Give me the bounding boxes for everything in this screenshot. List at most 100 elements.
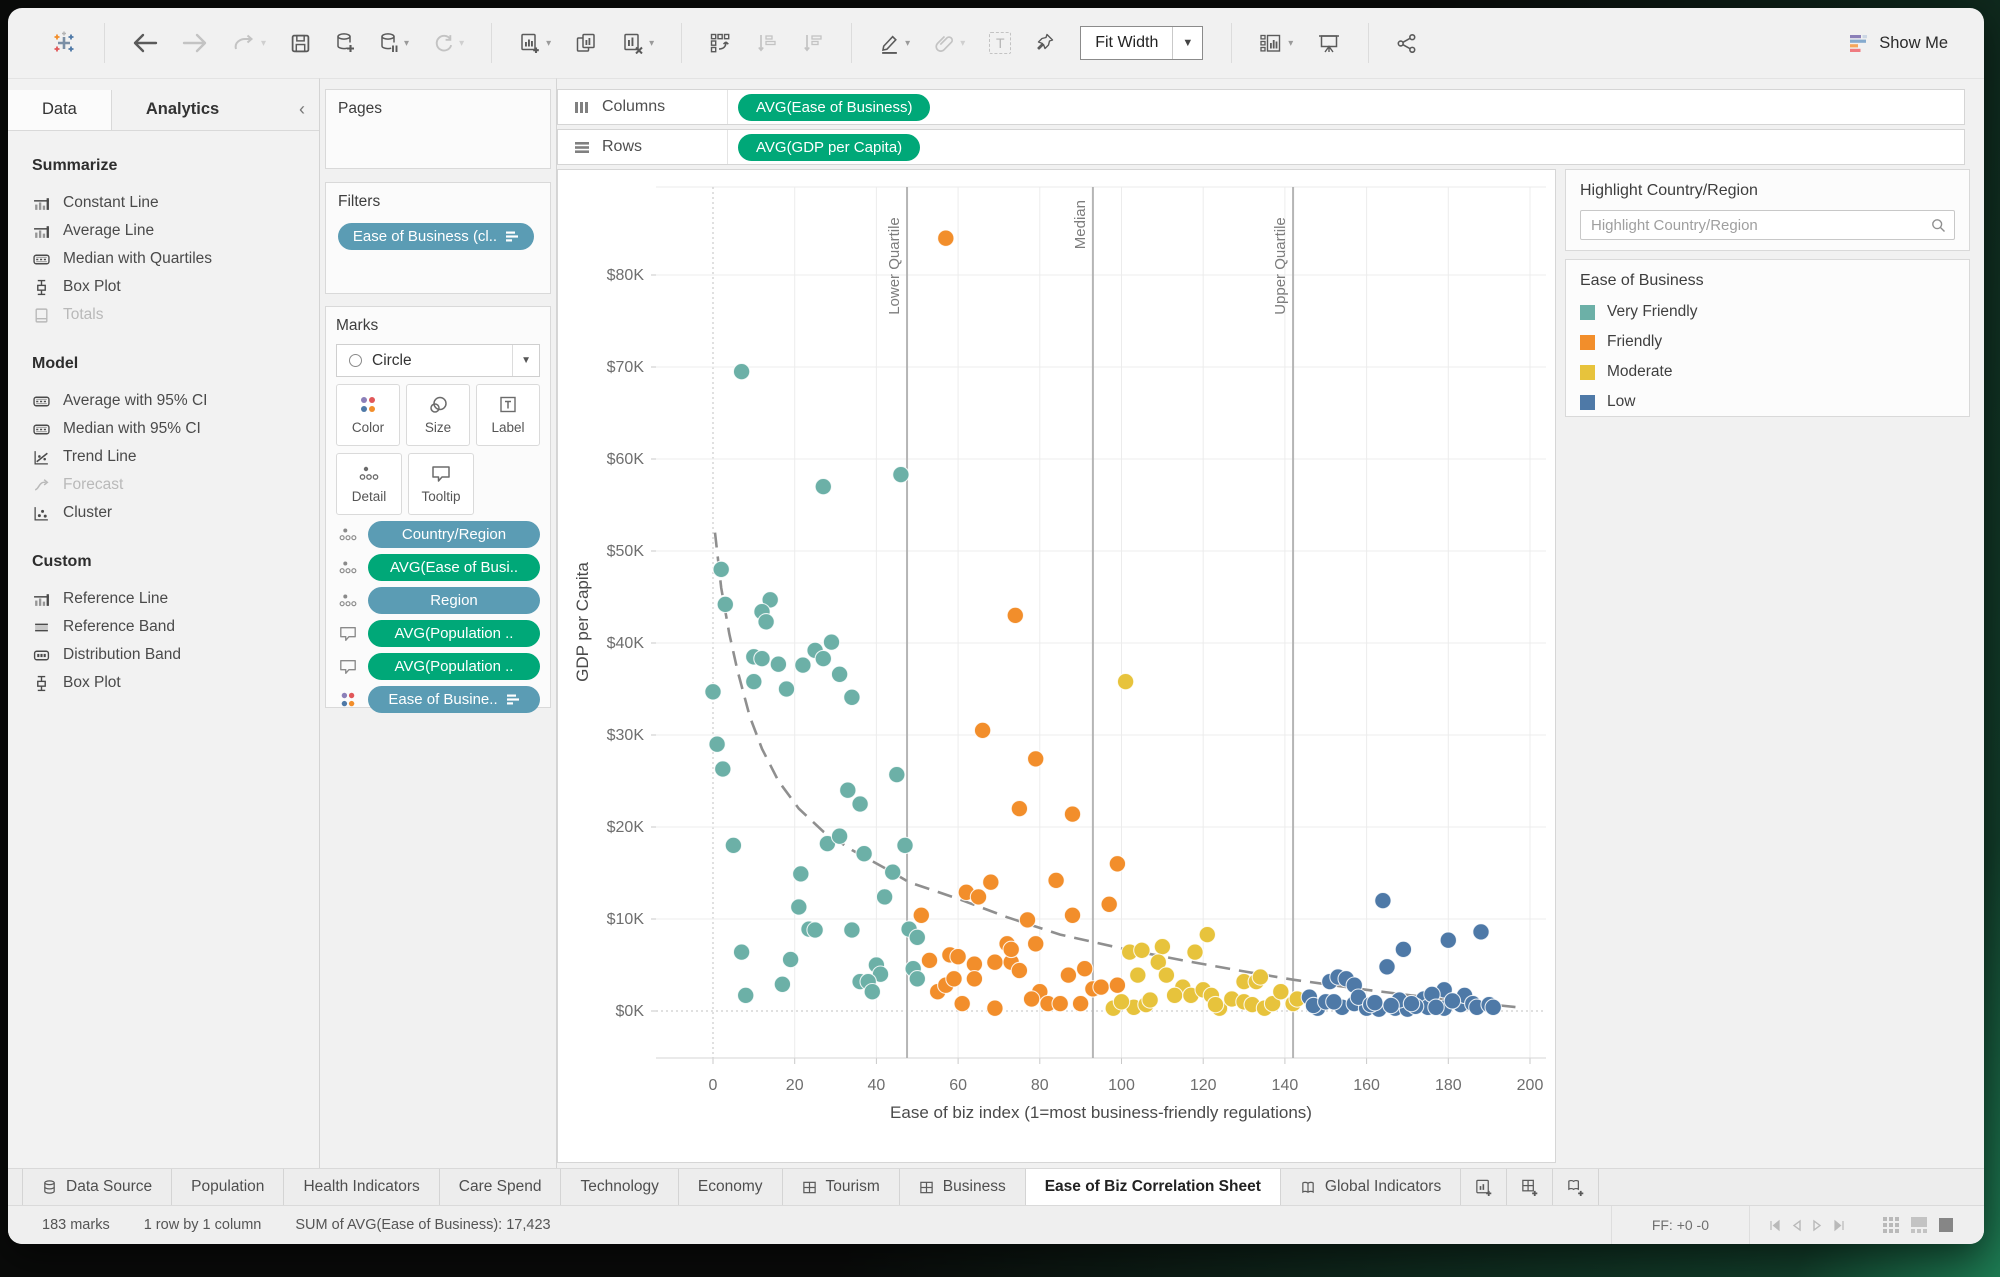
mark-circle[interactable] <box>769 655 788 673</box>
duplicate-sheet-button[interactable] <box>568 26 605 60</box>
show-mark-labels-button[interactable]: T <box>982 26 1018 60</box>
mark-circle[interactable] <box>1206 995 1225 1014</box>
size-button[interactable]: Size <box>406 384 470 446</box>
mark-circle[interactable] <box>855 844 873 863</box>
show-tabs-icon[interactable] <box>1938 1217 1954 1233</box>
sort-ascending-button[interactable] <box>749 26 785 60</box>
mark-circle[interactable] <box>908 928 927 947</box>
filter-pill[interactable]: Ease of Business (cl.. <box>338 223 534 250</box>
mark-circle[interactable] <box>1075 959 1094 978</box>
mark-circle[interactable] <box>965 955 984 973</box>
mark-circle[interactable] <box>712 560 730 579</box>
mark-circle[interactable] <box>888 765 906 784</box>
trend-curve[interactable] <box>713 532 1518 1009</box>
rows-pill[interactable]: AVG(GDP per Capita) <box>738 133 921 161</box>
mark-circle[interactable] <box>1439 931 1458 949</box>
legend-item-low[interactable]: Low <box>1580 388 1955 416</box>
tab-tourism[interactable]: Tourism <box>783 1169 900 1205</box>
mark-circle[interactable] <box>912 906 931 925</box>
mark-circle[interactable] <box>965 970 984 988</box>
mark-circle[interactable] <box>1443 992 1462 1010</box>
analytics-item-box-plot[interactable]: Box Plot <box>32 273 319 301</box>
mark-circle[interactable] <box>736 986 755 1005</box>
mark-circle[interactable] <box>794 656 812 674</box>
new-story-tab-button[interactable] <box>1553 1169 1600 1205</box>
mark-circle[interactable] <box>851 795 869 813</box>
mark-circle[interactable] <box>1006 606 1025 625</box>
save-button[interactable] <box>283 27 318 60</box>
mark-circle[interactable] <box>708 735 726 753</box>
filters-card[interactable]: Filters Ease of Business (cl.. <box>325 182 551 294</box>
tab-economy[interactable]: Economy <box>679 1169 783 1205</box>
mark-circle[interactable] <box>1108 855 1127 873</box>
mark-type-caret[interactable]: ▼ <box>512 345 539 376</box>
mark-circle[interactable] <box>892 465 910 484</box>
mark-circle[interactable] <box>1022 990 1041 1008</box>
mark-circle[interactable] <box>863 982 882 1001</box>
legend-item-very-friendly[interactable]: Very Friendly <box>1580 298 1955 326</box>
mark-circle[interactable] <box>953 994 971 1013</box>
mark-circle[interactable] <box>945 970 963 988</box>
mark-circle[interactable] <box>1063 906 1082 925</box>
pause-auto-updates-button[interactable]: ▾ <box>372 26 416 60</box>
mark-circle[interactable] <box>1100 895 1118 914</box>
mark-circle[interactable] <box>753 649 771 668</box>
refresh-dropdown-caret[interactable]: ▾ <box>459 38 464 49</box>
mark-circle[interactable] <box>773 975 792 994</box>
label-button[interactable]: Label <box>476 384 540 446</box>
show-sheet-sorter-icon[interactable] <box>1882 1216 1900 1234</box>
show-me-button[interactable]: Show Me <box>1849 34 1948 53</box>
legend-item-moderate[interactable]: Moderate <box>1580 358 1955 386</box>
fit-selector-caret[interactable]: ▼ <box>1172 27 1202 59</box>
mark-circle[interactable] <box>1063 805 1082 823</box>
tab-ease-of-biz-correlation-sheet[interactable]: Ease of Biz Correlation Sheet <box>1025 1169 1281 1205</box>
tab-global-indicators[interactable]: Global Indicators <box>1281 1169 1462 1205</box>
analytics-item-median-95-ci[interactable]: Median with 95% CI <box>32 415 319 443</box>
analytics-item-average-95-ci[interactable]: Average with 95% CI <box>32 387 319 415</box>
mark-circle[interactable] <box>814 477 833 496</box>
marks-pill-avg-population-1[interactable]: AVG(Population .. <box>368 620 540 647</box>
pages-card[interactable]: Pages <box>325 89 551 169</box>
mark-circle[interactable] <box>777 680 796 698</box>
mark-circle[interactable] <box>1112 993 1131 1011</box>
mark-circle[interactable] <box>714 760 732 778</box>
marks-pill-avg-ease-of-business[interactable]: AVG(Ease of Busi.. <box>368 554 540 581</box>
mark-circle[interactable] <box>908 970 927 988</box>
mark-circle[interactable] <box>1325 993 1343 1011</box>
marks-pill-region[interactable]: Region <box>368 587 540 614</box>
analytics-item-box-plot-custom[interactable]: Box Plot <box>32 669 319 697</box>
mark-circle[interactable] <box>1133 941 1151 960</box>
new-worksheet-tab-button[interactable] <box>1461 1169 1508 1205</box>
mark-circle[interactable] <box>986 953 1004 971</box>
presentation-mode-button[interactable] <box>1310 27 1348 60</box>
mark-circle[interactable] <box>1186 943 1204 961</box>
mark-circle[interactable] <box>982 873 1000 891</box>
columns-shelf[interactable]: Columns AVG(Ease of Business) <box>557 89 1965 125</box>
clear-dropdown-caret[interactable]: ▾ <box>649 38 654 49</box>
mark-circle[interactable] <box>806 921 824 939</box>
refresh-button[interactable]: ▾ <box>426 27 471 60</box>
collapse-pane-icon[interactable]: ‹ <box>299 99 305 120</box>
mark-circle[interactable] <box>1374 891 1392 910</box>
marks-card[interactable]: Marks Circle ▼ Color Size Label Detail T… <box>325 306 551 713</box>
fix-axes-button[interactable] <box>1028 26 1062 60</box>
mark-circle[interactable] <box>883 863 902 881</box>
mark-circle[interactable] <box>724 836 743 855</box>
mark-circle[interactable] <box>716 595 735 614</box>
mark-circle[interactable] <box>839 781 857 799</box>
scatter-plot-view[interactable]: 0 20 40 60 80 100 120 140 160 180 200 $0K $10K $20K $3… <box>557 169 1556 1163</box>
mark-circle[interactable] <box>920 951 939 970</box>
tab-analytics[interactable]: Analytics <box>112 89 253 130</box>
sort-descending-button[interactable] <box>795 26 831 60</box>
highlight-button[interactable]: ▾ <box>872 27 917 60</box>
mark-circle[interactable] <box>757 613 775 631</box>
group-members-button[interactable]: ▾ <box>927 27 972 60</box>
fit-selector[interactable]: Fit Width ▼ <box>1080 26 1204 60</box>
pause-dropdown-caret[interactable]: ▾ <box>404 38 409 49</box>
mark-circle[interactable] <box>781 950 800 969</box>
mark-circle[interactable] <box>973 721 992 740</box>
swap-rows-columns-button[interactable] <box>702 26 739 60</box>
mark-circle[interactable] <box>732 943 751 961</box>
mark-circle[interactable] <box>896 836 914 855</box>
mark-circle[interactable] <box>1272 982 1290 1001</box>
